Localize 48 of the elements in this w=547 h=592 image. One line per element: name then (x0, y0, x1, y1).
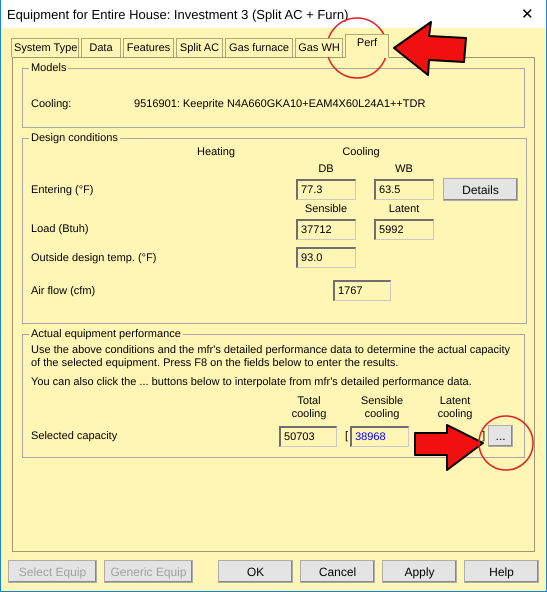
input-field[interactable]: 50703 (279, 426, 337, 446)
column-heading: WB (394, 163, 414, 175)
instruction-text: Use the above conditions and the mfr's detailed performance data to determine the actual capacity of the selected equipment. Press F8 on the fields below to enter the results. (31, 344, 512, 370)
instruction-text: You can also click the ... buttons below to interpolate from mfr's detailed performance data. (31, 376, 473, 389)
input-field[interactable]: 37712 (296, 218, 356, 240)
field-label: Load (Btuh) (31, 223, 90, 235)
input-field[interactable]: 63.5 (374, 179, 434, 200)
annotation-arrow (414, 424, 484, 471)
field-label: Cooling: (31, 98, 72, 110)
bracket: ] (482, 430, 486, 442)
dialog-button[interactable]: Apply (382, 560, 457, 583)
group-title: Design conditions (30, 132, 119, 144)
column-heading: Sensible (304, 203, 348, 215)
close-button[interactable]: ✕ (517, 5, 538, 23)
input-field[interactable]: 5992 (374, 218, 434, 240)
input-field[interactable]: 1767 (333, 280, 391, 301)
group-title: Models (30, 62, 68, 74)
tab[interactable]: Features (123, 38, 174, 57)
column-heading: Sensible cooling (360, 395, 404, 421)
field-label: Air flow (cfm) (31, 284, 96, 296)
tab[interactable]: Data (81, 38, 121, 57)
column-heading: Latent cooling (436, 395, 474, 421)
field-label: Selected capacity (31, 430, 118, 442)
bracket: [ (345, 430, 348, 442)
tab[interactable]: System Type (11, 38, 79, 57)
details-button[interactable]: Details (443, 178, 518, 201)
dialog-button[interactable]: Help (464, 560, 539, 583)
column-heading: Cooling (341, 146, 381, 158)
input-field[interactable]: 93.0 (296, 247, 356, 268)
dialog-button[interactable]: Cancel (300, 560, 375, 583)
interpolate-button[interactable]: ... (488, 425, 514, 447)
field-label: Entering (°F) (31, 184, 94, 196)
input-field[interactable]: 38968 (350, 426, 410, 446)
column-heading: Total cooling (290, 395, 328, 421)
column-heading: Heating (196, 146, 236, 158)
column-heading: DB (317, 163, 335, 175)
field-label: Outside design temp. (°F) (31, 252, 158, 264)
window-title: Equipment for Entire House: Investment 3 (Split AC + Furn) (7, 6, 348, 22)
group-title: Actual equipment performance (30, 328, 182, 340)
column-heading: Latent (388, 203, 420, 215)
tab[interactable]: Gas WH (295, 38, 343, 57)
model-name: 9516901: Keeprite N4A660GKA10+EAM4X60L24A1++TDR (134, 98, 426, 110)
tab[interactable]: Gas furnace (225, 38, 293, 57)
annotation-circle (478, 415, 534, 471)
tab[interactable]: Perf (345, 34, 389, 58)
input-field[interactable]: 77.3 (296, 179, 356, 200)
dialog-button[interactable]: OK (218, 560, 293, 583)
tab[interactable]: Split AC (176, 38, 223, 57)
